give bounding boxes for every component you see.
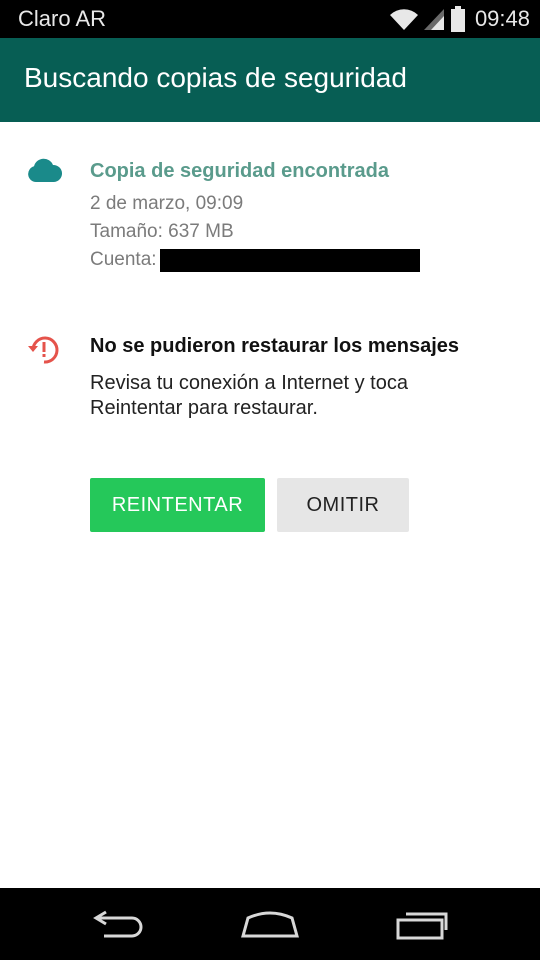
battery-icon [450,6,465,32]
skip-button[interactable]: OMITIR [277,478,409,532]
content: Copia de seguridad encontrada 2 de marzo… [0,122,540,888]
restore-error-message: Revisa tu conexión a Internet y toca Rei… [90,372,408,419]
restore-error-title: No se pudieron restaurar los mensajes [90,335,460,357]
backup-found-title: Copia de seguridad encontrada [90,160,389,182]
backup-date: 2 de marzo, 09:09 [90,193,244,214]
cloud-icon [28,158,63,187]
account-redaction [160,249,420,272]
clock: 09:48 [474,6,530,31]
back-icon[interactable] [92,906,148,947]
retry-button[interactable]: REINTENTAR [90,478,265,532]
backup-account-label: Cuenta: [90,249,157,270]
status-bar: Claro AR 09:48 [0,0,540,38]
wifi-icon [389,7,419,31]
backup-size: Tamaño: 637 MB [90,221,234,242]
page-title: Buscando copias de seguridad [24,62,407,93]
cell-signal-icon [423,7,445,31]
restore-error-icon [26,332,62,373]
home-icon[interactable] [240,906,300,947]
app-bar: Buscando copias de seguridad [0,38,540,122]
navigation-bar [0,888,540,960]
carrier-name: Claro AR [18,6,107,31]
status-icons: 09:48 [389,4,530,34]
recents-icon[interactable] [392,906,448,947]
